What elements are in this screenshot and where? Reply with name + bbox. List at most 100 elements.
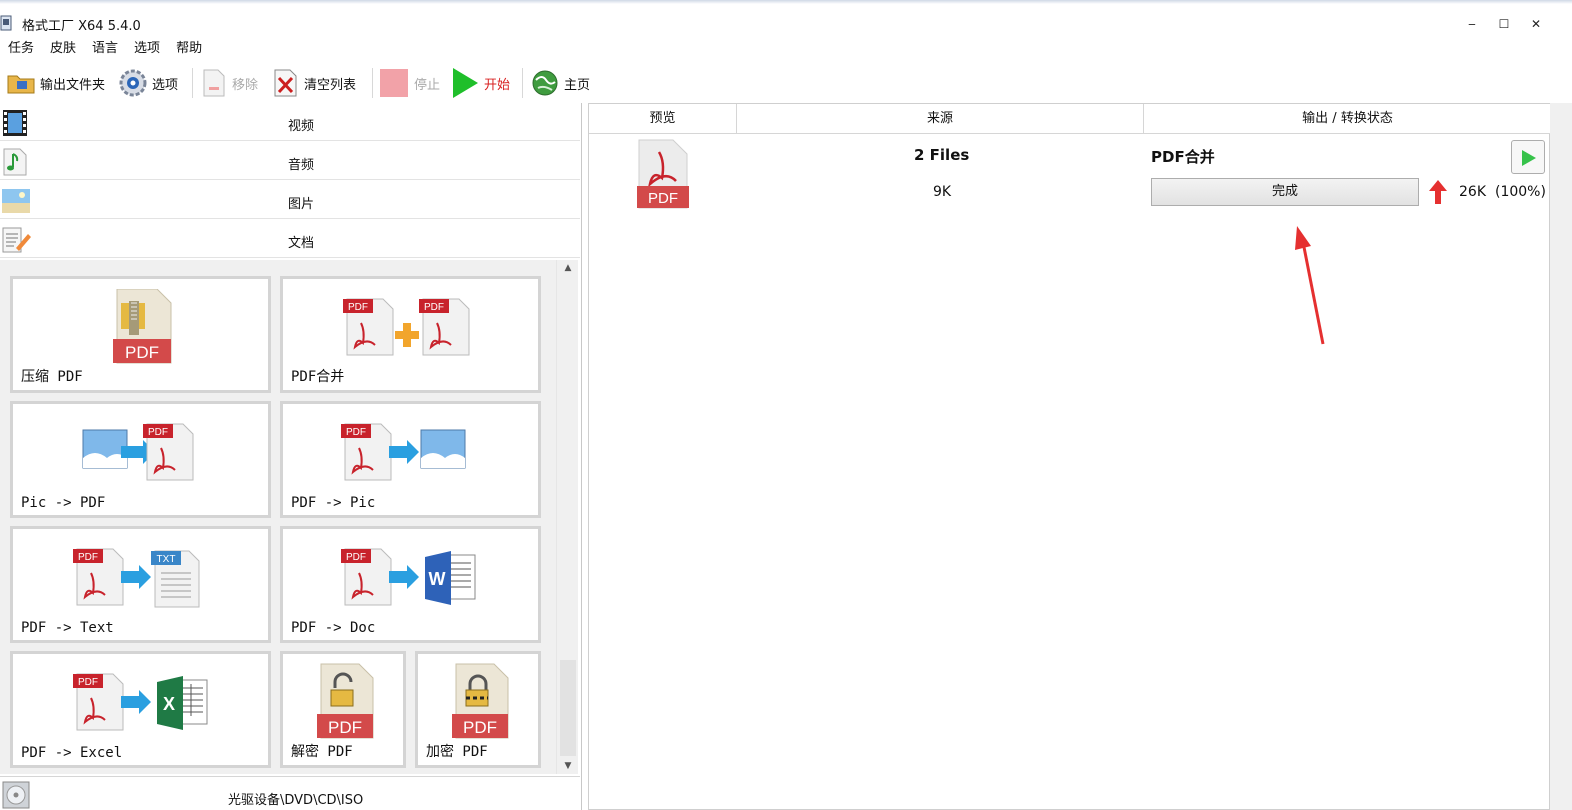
globe-icon (532, 70, 558, 96)
output-size: 26K (1459, 184, 1486, 200)
source-size: 9K (933, 184, 952, 200)
svg-text:TXT: TXT (157, 554, 176, 565)
svg-text:PDF: PDF (78, 552, 98, 563)
category-audio-label: 音频 (288, 158, 315, 173)
folder-icon (7, 75, 35, 94)
output-folder-button[interactable]: 输出文件夹 (6, 64, 105, 102)
gear-icon (119, 69, 147, 97)
tile-pdf-to-doc-label: PDF -> Doc (291, 620, 376, 636)
tile-pdf-merge[interactable]: PDF PDF PDF合并 (280, 276, 541, 393)
tile-pdf-to-text[interactable]: PDF TXT PDF -> Text (10, 526, 271, 643)
category-document[interactable]: 文档 (0, 220, 580, 258)
scroll-thumb[interactable] (560, 660, 576, 756)
tile-pdf-merge-label: PDF合并 (291, 369, 345, 385)
scroll-up-icon[interactable]: ▲ (557, 260, 579, 276)
pdf-to-doc-icon: PDF W (341, 548, 476, 606)
play-output-button[interactable] (1511, 140, 1545, 174)
tools-scrollbar[interactable]: ▲ ▼ (556, 260, 578, 774)
toolbar-separator (192, 68, 193, 98)
svg-text:PDF: PDF (648, 190, 678, 207)
category-disc[interactable]: 光驱设备\DVD\CD\ISO (0, 776, 580, 810)
pdf-to-pic-icon: PDF (341, 423, 466, 481)
tile-pdf-to-doc[interactable]: PDF W PDF -> Doc (280, 526, 541, 643)
maximize-icon: ☐ (1498, 17, 1510, 31)
svg-text:X: X (163, 694, 175, 714)
category-video[interactable]: 视频 (0, 103, 580, 141)
pic-to-pdf-icon: PDF (82, 423, 194, 481)
tile-pdf-to-text-label: PDF -> Text (21, 620, 114, 636)
toolbar: 输出文件夹 选项 移除 清空列表 停止 开始 主页 (0, 64, 1572, 102)
category-document-label: 文档 (288, 236, 315, 251)
svg-text:PDF: PDF (148, 427, 168, 438)
category-picture-label: 图片 (288, 197, 315, 212)
output-percent: (100%) (1495, 184, 1546, 200)
minimize-button[interactable]: ‒ (1456, 12, 1488, 36)
remove-button[interactable]: 移除 (200, 64, 258, 102)
stop-icon (380, 69, 408, 97)
menu-language[interactable]: 语言 (84, 36, 126, 62)
film-icon (3, 110, 27, 136)
music-note-icon (3, 148, 27, 176)
column-header-output-status[interactable]: 输出 / 转换状态 (1144, 104, 1551, 134)
menu-options[interactable]: 选项 (126, 36, 168, 62)
stop-button[interactable]: 停止 (378, 64, 440, 102)
picture-icon (2, 189, 30, 213)
minimize-icon: ‒ (1468, 17, 1476, 31)
title-bar: 格式工厂 X64 5.4.0 ‒ ☐ ✕ (0, 4, 1572, 36)
tile-encrypt-pdf-label: 加密 PDF (426, 744, 488, 760)
pdf-to-excel-icon: PDF X (73, 673, 208, 731)
options-button[interactable]: 选项 (118, 64, 178, 102)
menu-skin[interactable]: 皮肤 (42, 36, 84, 62)
maximize-button[interactable]: ☐ (1488, 12, 1520, 36)
scroll-down-icon[interactable]: ▼ (557, 758, 579, 774)
annotation-arrow (1295, 226, 1325, 345)
svg-text:PDF: PDF (346, 427, 366, 438)
document-tools-grid: PDF 压缩 PDF PDF PDF PDF合并 PDF Pic -> PDF … (0, 260, 556, 774)
right-edge-panel (1550, 103, 1572, 810)
start-label: 开始 (484, 77, 511, 93)
output-folder-label: 输出文件夹 (40, 77, 106, 93)
home-label: 主页 (564, 77, 591, 93)
compress-pdf-icon: PDF (113, 289, 172, 364)
svg-text:W: W (429, 569, 446, 589)
menu-help[interactable]: 帮助 (168, 36, 210, 62)
tile-compress-pdf[interactable]: PDF 压缩 PDF (10, 276, 271, 393)
menu-task[interactable]: 任务 (0, 36, 42, 62)
tile-compress-pdf-label: 压缩 PDF (21, 369, 83, 385)
clear-list-label: 清空列表 (304, 77, 357, 93)
svg-text:PDF: PDF (424, 302, 444, 313)
tile-pic-to-pdf[interactable]: PDF Pic -> PDF (10, 401, 271, 518)
svg-text:PDF: PDF (125, 343, 159, 362)
disc-icon (2, 781, 30, 809)
clear-list-button[interactable]: 清空列表 (272, 64, 356, 102)
svg-text:PDF: PDF (78, 677, 98, 688)
tile-pdf-to-pic[interactable]: PDF PDF -> Pic (280, 401, 541, 518)
category-audio[interactable]: 音频 (0, 142, 580, 180)
arrow-up-icon (1429, 180, 1447, 204)
status-done-button[interactable]: 完成 (1151, 178, 1419, 206)
tile-pdf-to-pic-label: PDF -> Pic (291, 495, 376, 511)
tile-encrypt-pdf[interactable]: PDF 加密 PDF (415, 651, 541, 768)
close-button[interactable]: ✕ (1520, 12, 1552, 36)
tile-pic-to-pdf-label: Pic -> PDF (21, 495, 106, 511)
stop-label: 停止 (414, 77, 441, 93)
tile-pdf-to-excel[interactable]: PDF X PDF -> Excel (10, 651, 271, 768)
tile-decrypt-pdf-label: 解密 PDF (291, 744, 353, 760)
svg-text:PDF: PDF (328, 718, 362, 737)
play-icon (1522, 150, 1536, 166)
output-title: PDF合并 (1151, 148, 1215, 166)
close-icon: ✕ (1530, 17, 1542, 31)
options-label: 选项 (152, 77, 179, 93)
toolbar-separator (522, 68, 523, 98)
tile-decrypt-pdf[interactable]: PDF 解密 PDF (280, 651, 406, 768)
task-list: 预览 来源 输出 / 转换状态 PDF 2 Files 9K PDF合并 完成 … (588, 103, 1551, 810)
encrypt-pdf-icon: PDF (452, 663, 509, 739)
category-picture[interactable]: 图片 (0, 181, 580, 219)
decrypt-pdf-icon: PDF (317, 663, 374, 739)
column-header-preview[interactable]: 预览 (589, 104, 737, 134)
start-button[interactable]: 开始 (450, 64, 510, 102)
svg-text:PDF: PDF (463, 718, 497, 737)
home-button[interactable]: 主页 (530, 64, 590, 102)
remove-label: 移除 (232, 77, 259, 93)
column-header-source[interactable]: 来源 (737, 104, 1144, 134)
